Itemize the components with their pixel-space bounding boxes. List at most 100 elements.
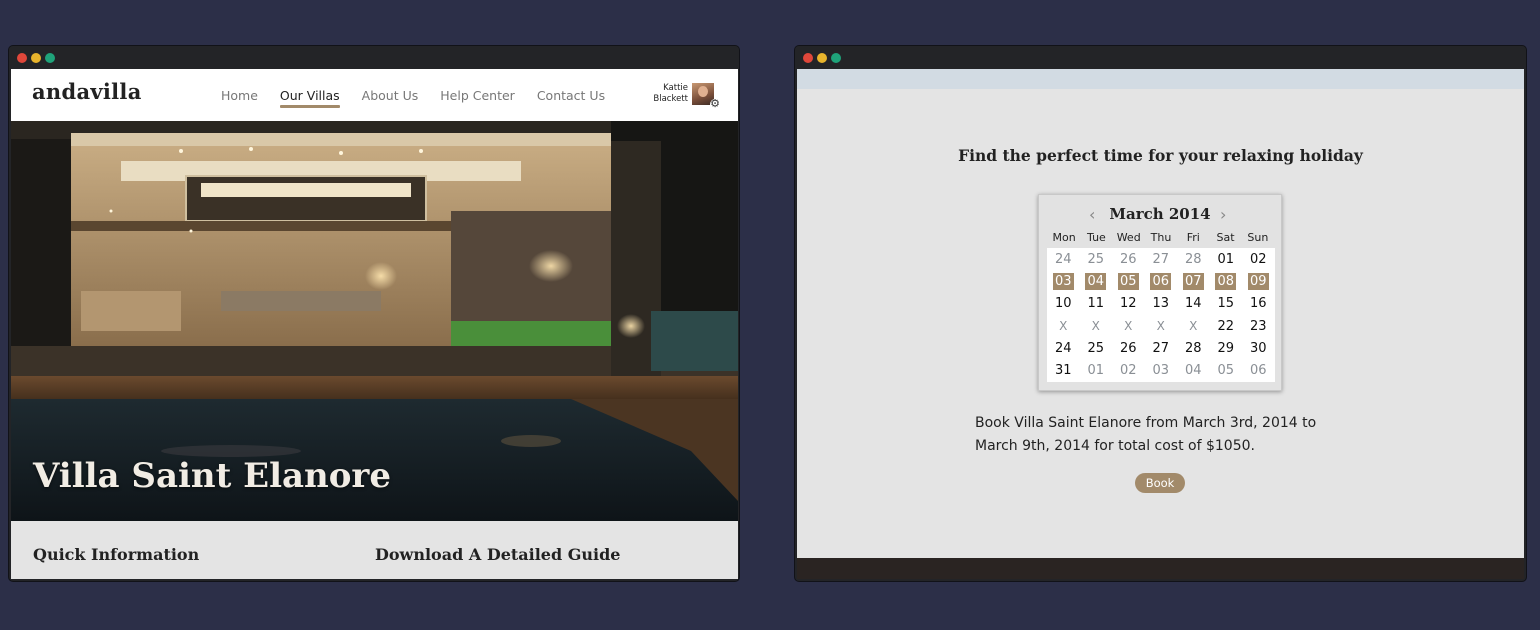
chevron-right-icon[interactable]: ›: [1220, 205, 1226, 224]
maximize-dot-icon[interactable]: [831, 53, 841, 63]
calendar-day[interactable]: 23: [1242, 319, 1275, 334]
user-last-name: Blackett: [653, 94, 688, 104]
calendar-day[interactable]: 09: [1242, 272, 1275, 290]
calendar-day-label: X: [1156, 319, 1165, 334]
calendar-day[interactable]: 28: [1177, 252, 1210, 267]
nav-contact-us[interactable]: Contact Us: [537, 88, 605, 103]
calendar-day-label: 25: [1087, 340, 1105, 356]
calendar-week: 03 04 05 06 07 08 09: [1047, 270, 1275, 292]
nav-our-villas[interactable]: Our Villas: [279, 88, 340, 108]
weekday-tue: Tue: [1087, 231, 1106, 244]
calendar-day[interactable]: 04: [1177, 363, 1210, 378]
avatar[interactable]: ⚙: [692, 83, 720, 110]
user-menu[interactable]: Kattie Blackett ⚙: [653, 83, 720, 110]
calendar-day[interactable]: 15: [1210, 296, 1243, 311]
calendar-day[interactable]: 26: [1112, 341, 1145, 356]
calendar-month: March 2014: [1109, 205, 1211, 223]
calendar-day-label: 01: [1217, 251, 1235, 267]
minimize-dot-icon[interactable]: [31, 53, 41, 63]
calendar-day-label: 03: [1152, 363, 1170, 379]
weekday-wed: Wed: [1116, 231, 1141, 244]
calendar-day: X: [1080, 319, 1113, 333]
calendar-day[interactable]: 14: [1177, 296, 1210, 311]
calendar-day-label: 12: [1119, 296, 1137, 312]
calendar-week: 10 11 12 13 14 15 16: [1047, 293, 1275, 315]
calendar-day[interactable]: 10: [1047, 296, 1080, 311]
calendar-day-label: X: [1059, 319, 1068, 334]
calendar-day[interactable]: 07: [1177, 272, 1210, 290]
maximize-dot-icon[interactable]: [45, 53, 55, 63]
user-name: Kattie Blackett: [653, 83, 688, 105]
calendar-day[interactable]: 08: [1210, 272, 1243, 290]
calendar-day[interactable]: 01: [1080, 363, 1113, 378]
calendar-day[interactable]: 24: [1047, 341, 1080, 356]
calendar-day-label: 05: [1217, 363, 1235, 379]
calendar-day-label: 24: [1054, 251, 1072, 267]
browser-window-villa: andavilla Home Our Villas About Us Help …: [9, 46, 739, 581]
weekday-sat: Sat: [1216, 231, 1235, 244]
calendar-day[interactable]: 24: [1047, 252, 1080, 267]
calendar-day[interactable]: 22: [1210, 319, 1243, 334]
site-logo[interactable]: andavilla: [32, 79, 142, 104]
calendar-day-label: 10: [1054, 296, 1072, 312]
calendar-day-label: X: [1189, 319, 1198, 334]
calendar-day[interactable]: 31: [1047, 363, 1080, 378]
calendar-day[interactable]: 25: [1080, 341, 1113, 356]
window-titlebar: [795, 46, 1526, 69]
book-button[interactable]: Book: [1135, 473, 1185, 493]
calendar-day[interactable]: 05: [1112, 272, 1145, 290]
calendar-day[interactable]: 12: [1112, 296, 1145, 311]
calendar-week: X X X X X 22 23: [1047, 315, 1275, 337]
main-nav: Home Our Villas About Us Help Center Con…: [221, 88, 627, 108]
calendar-day-label: 05: [1117, 272, 1139, 290]
calendar-day-label: 08: [1215, 272, 1237, 290]
calendar: ‹ March 2014 › Mon Tue Wed Thu Fri Sat Sun 24 2…: [1038, 194, 1282, 391]
calendar-day[interactable]: 30: [1242, 341, 1275, 356]
top-stripe: [797, 69, 1524, 89]
weekday-fri: Fri: [1186, 231, 1200, 244]
quick-information-heading: Quick Information: [33, 545, 200, 564]
calendar-day[interactable]: 03: [1145, 363, 1178, 378]
download-guide-heading[interactable]: Download A Detailed Guide: [375, 545, 620, 564]
calendar-day-label: 06: [1150, 272, 1172, 290]
calendar-day-label: 11: [1087, 296, 1105, 312]
calendar-day[interactable]: 29: [1210, 341, 1243, 356]
calendar-day-label: 01: [1087, 363, 1105, 379]
calendar-day[interactable]: 06: [1242, 363, 1275, 378]
nav-help-center[interactable]: Help Center: [440, 88, 515, 103]
calendar-day-label: 07: [1182, 272, 1204, 290]
calendar-day-label: 09: [1247, 272, 1269, 290]
calendar-day-label: 28: [1184, 340, 1202, 356]
gear-icon[interactable]: ⚙: [710, 99, 720, 110]
calendar-day[interactable]: 05: [1210, 363, 1243, 378]
calendar-week: 31 01 02 03 04 05 06: [1047, 359, 1275, 381]
close-dot-icon[interactable]: [17, 53, 27, 63]
calendar-day-label: 15: [1217, 296, 1235, 312]
calendar-day[interactable]: 26: [1112, 252, 1145, 267]
calendar-day[interactable]: 16: [1242, 296, 1275, 311]
minimize-dot-icon[interactable]: [817, 53, 827, 63]
calendar-day[interactable]: 27: [1145, 252, 1178, 267]
calendar-day[interactable]: 13: [1145, 296, 1178, 311]
calendar-day-label: 16: [1249, 296, 1267, 312]
calendar-day[interactable]: 02: [1112, 363, 1145, 378]
nav-home[interactable]: Home: [221, 88, 258, 103]
calendar-day-label: 02: [1119, 363, 1137, 379]
calendar-day-label: X: [1091, 319, 1100, 334]
close-dot-icon[interactable]: [803, 53, 813, 63]
calendar-day[interactable]: 25: [1080, 252, 1113, 267]
calendar-day[interactable]: 04: [1080, 272, 1113, 290]
calendar-day-label: 28: [1184, 251, 1202, 267]
calendar-day-label: 26: [1119, 340, 1137, 356]
calendar-day[interactable]: 28: [1177, 341, 1210, 356]
calendar-grid: 24 25 26 27 28 01 02 03 04 05 06 07 08 09 10 11 12 13 14 15…: [1047, 248, 1275, 382]
calendar-day[interactable]: 01: [1210, 252, 1243, 267]
calendar-day[interactable]: 06: [1145, 272, 1178, 290]
calendar-day[interactable]: 03: [1047, 272, 1080, 290]
calendar-day[interactable]: 11: [1080, 296, 1113, 311]
calendar-day-label: 22: [1217, 318, 1235, 334]
site-header: andavilla Home Our Villas About Us Help …: [11, 69, 738, 121]
calendar-day[interactable]: 27: [1145, 341, 1178, 356]
nav-about-us[interactable]: About Us: [362, 88, 419, 103]
calendar-day[interactable]: 02: [1242, 252, 1275, 267]
